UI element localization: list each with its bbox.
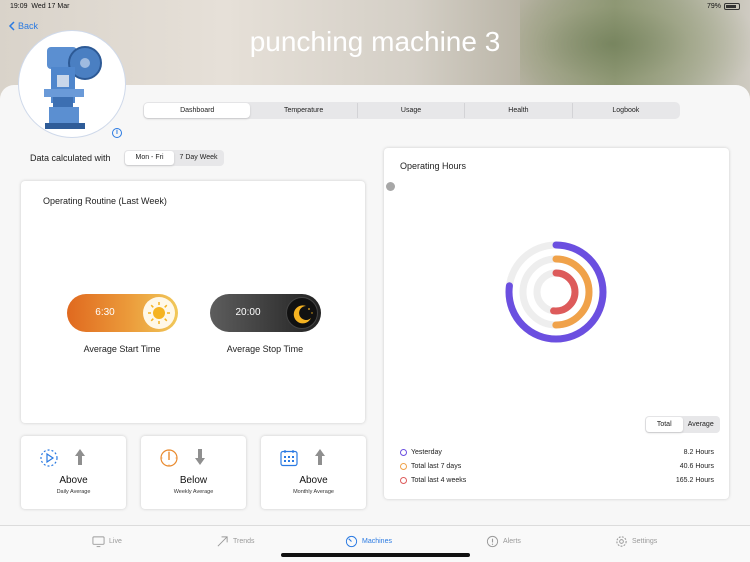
gear-icon [616,536,627,547]
option-average[interactable]: Average [683,417,720,432]
legend-label: Total last 4 weeks [411,476,467,484]
status-bar: 19:09 Wed 17 Mar 79% [0,0,750,14]
gauge-icon [345,535,358,548]
operating-hours-card: Operating Hours Total Average Yesterday … [384,148,729,499]
section-tabs: Dashboard Temperature Usage Health Logbo… [143,102,680,119]
hours-title: Operating Hours [400,161,467,171]
start-time-value: 6:30 [95,307,115,318]
tab-temperature[interactable]: Temperature [250,103,358,118]
tab-usage[interactable]: Usage [358,103,466,118]
monthly-average-card[interactable]: Above Monthly Average [261,436,366,509]
alert-icon [486,535,499,548]
sun-icon [143,297,175,329]
tab-health[interactable]: Health [465,103,573,118]
info-icon[interactable]: i [112,128,122,138]
legend-last-4-weeks: Total last 4 weeks 165.2 Hours [400,474,714,486]
compass-icon [160,449,178,467]
battery-icon [724,3,740,10]
routine-title: Operating Routine (Last Week) [43,196,167,206]
option-mon-fri[interactable]: Mon - Fri [125,151,174,165]
daily-label: Daily Average [56,489,91,495]
tab-trends[interactable]: Trends [216,535,255,548]
legend-label: Total last 7 days [411,462,462,470]
weekly-status: Below [179,475,208,486]
play-clock-icon [40,449,58,467]
legend-last-7-days: Total last 7 days 40.6 Hours [400,460,714,472]
legend-value: 8.2 Hours [683,448,714,456]
weekly-average-card[interactable]: Below Weekly Average [141,436,246,509]
tab-trends-label: Trends [233,538,255,545]
tab-dashboard[interactable]: Dashboard [144,103,251,118]
start-time-pill: 6:30 [67,294,178,332]
option-7-day-week[interactable]: 7 Day Week [174,151,223,165]
tab-machines-label: Machines [362,538,392,545]
tab-live-label: Live [109,538,122,545]
calendar-icon [280,450,298,467]
arrow-down-icon [195,449,205,465]
tab-machines[interactable]: Machines [345,535,392,548]
start-time-caption: Average Start Time [83,344,161,354]
trend-arrow-icon [217,536,228,547]
legend-value: 165.2 Hours [675,476,714,484]
stop-time-pill: 20:00 [210,294,321,332]
legend-value: 40.6 Hours [679,462,714,470]
daily-average-card[interactable]: Above Daily Average [21,436,126,509]
machine-image[interactable] [18,30,126,138]
monthly-status: Above [299,475,328,486]
arrow-up-icon [315,449,325,465]
option-total[interactable]: Total [646,417,683,432]
total-average-toggle: Total Average [645,416,720,433]
monitor-icon [92,536,105,548]
tab-settings[interactable]: Settings [615,535,657,548]
calc-label: Data calculated with [30,153,111,163]
monthly-label: Monthly Average [293,489,334,495]
stop-time-caption: Average Stop Time [226,344,304,354]
stop-time-value: 20:00 [235,307,261,318]
legend-label: Yesterday [411,448,442,456]
home-indicator [281,553,470,557]
status-time: 19:09 Wed 17 Mar [10,3,70,10]
moon-icon [286,297,318,329]
daily-status: Above [59,475,88,486]
tab-settings-label: Settings [632,538,658,545]
tab-alerts-label: Alerts [503,538,521,545]
legend-color [400,476,407,484]
legend-yesterday: Yesterday 8.2 Hours [400,446,714,458]
week-toggle: Mon - Fri 7 Day Week [124,150,224,166]
tab-live[interactable]: Live [92,535,122,548]
arrow-up-icon [75,449,85,465]
punching-machine-image [44,46,102,129]
battery-indicator: 79% [707,3,740,10]
weekly-label: Weekly Average [173,489,214,495]
tab-logbook[interactable]: Logbook [573,103,679,118]
legend-color [400,448,407,456]
operating-hours-rings [505,241,607,343]
legend-color [400,462,407,470]
scroll-handle[interactable] [386,182,395,191]
operating-routine-card: Operating Routine (Last Week) 6:30 Avera… [21,181,365,423]
tab-alerts[interactable]: Alerts [486,535,521,548]
